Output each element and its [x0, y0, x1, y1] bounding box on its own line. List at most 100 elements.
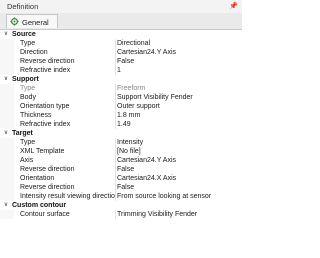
- column-divider[interactable]: [115, 120, 116, 129]
- property-row[interactable]: Type Freeform: [0, 84, 242, 93]
- row-gutter: [0, 183, 14, 192]
- property-row[interactable]: Orientation type Outer support: [0, 102, 242, 111]
- property-name: Type: [20, 139, 36, 146]
- property-name: Axis: [20, 157, 34, 164]
- column-divider[interactable]: [115, 39, 116, 48]
- property-name: Reverse direction: [20, 184, 75, 191]
- row-gutter: [0, 57, 14, 66]
- property-row[interactable]: Axis Cartesian24.Y Axis: [0, 156, 242, 165]
- property-row[interactable]: Intensity result viewing direction From s…: [0, 192, 242, 201]
- row-gutter: [0, 192, 14, 201]
- collapse-chevron-icon[interactable]: ∨: [2, 129, 10, 138]
- row-gutter: [0, 138, 14, 147]
- definition-panel: Definition 📌 General ∨ Source Type Directio…: [0, 0, 242, 258]
- row-gutter: [0, 174, 14, 183]
- property-row[interactable]: Body Support Visibility Fender: [0, 93, 242, 102]
- column-divider[interactable]: [115, 210, 116, 219]
- property-name: Reverse direction: [20, 166, 75, 173]
- property-grid: ∨ Source Type Directional Direction Cartesian…: [0, 30, 242, 219]
- panel-title: Definition: [7, 2, 39, 11]
- column-divider[interactable]: [115, 156, 116, 165]
- row-gutter: [0, 93, 14, 102]
- row-gutter: [0, 84, 14, 93]
- property-name: Intensity result viewing direction: [20, 193, 115, 200]
- column-divider[interactable]: [115, 111, 116, 120]
- tab-general[interactable]: General: [6, 14, 58, 28]
- property-name: Reverse direction: [20, 58, 75, 65]
- row-gutter: [0, 165, 14, 174]
- category-row[interactable]: ∨ Source: [0, 30, 242, 39]
- property-name: Type: [20, 85, 36, 92]
- row-gutter: [0, 147, 14, 156]
- property-row[interactable]: Reverse direction False: [0, 183, 242, 192]
- property-row[interactable]: Direction Cartesian24.Y Axis: [0, 48, 242, 57]
- collapse-chevron-icon[interactable]: ∨: [2, 75, 10, 84]
- property-row[interactable]: Type Intensity: [0, 138, 242, 147]
- property-row[interactable]: XML Template [No file]: [0, 147, 242, 156]
- column-divider[interactable]: [115, 147, 116, 156]
- property-value[interactable]: False: [117, 57, 239, 66]
- column-divider[interactable]: [115, 183, 116, 192]
- column-divider[interactable]: [115, 48, 116, 57]
- property-name: Refractive index: [20, 67, 71, 74]
- property-value[interactable]: Cartesian24.Y Axis: [117, 156, 239, 165]
- column-divider[interactable]: [115, 66, 116, 75]
- property-value[interactable]: Outer support: [117, 102, 239, 111]
- property-value[interactable]: From source looking at sensor: [117, 192, 239, 201]
- row-gutter: [0, 111, 14, 120]
- property-name: Refractive index: [20, 121, 71, 128]
- property-value[interactable]: 1.8 mm: [117, 111, 239, 120]
- category-row[interactable]: ∨ Custom contour: [0, 201, 242, 210]
- collapse-chevron-icon[interactable]: ∨: [2, 30, 10, 39]
- column-divider[interactable]: [115, 165, 116, 174]
- property-value[interactable]: Freeform: [117, 84, 239, 93]
- category-name: Custom contour: [12, 202, 67, 209]
- column-divider[interactable]: [115, 57, 116, 66]
- property-value[interactable]: Cartesian24.X Axis: [117, 174, 239, 183]
- category-name: Target: [12, 130, 33, 137]
- column-divider[interactable]: [115, 192, 116, 201]
- property-row[interactable]: Refractive index 1.49: [0, 120, 242, 129]
- property-row[interactable]: Reverse direction False: [0, 57, 242, 66]
- tab-label: General: [22, 17, 49, 27]
- property-name: Type: [20, 40, 36, 47]
- property-value[interactable]: Intensity: [117, 138, 239, 147]
- property-row[interactable]: Thickness 1.8 mm: [0, 111, 242, 120]
- property-row[interactable]: Contour surface Trimming Visibility Fende…: [0, 210, 242, 219]
- row-gutter: [0, 39, 14, 48]
- property-name: Contour surface: [20, 211, 70, 218]
- property-value[interactable]: [No file]: [117, 147, 239, 156]
- row-gutter: [0, 210, 14, 219]
- property-value[interactable]: False: [117, 183, 239, 192]
- category-name: Source: [12, 31, 36, 38]
- collapse-chevron-icon[interactable]: ∨: [2, 201, 10, 210]
- column-divider[interactable]: [115, 174, 116, 183]
- row-gutter: [0, 120, 14, 129]
- property-value[interactable]: Cartesian24.Y Axis: [117, 48, 239, 57]
- property-name: Direction: [20, 49, 48, 56]
- row-gutter: [0, 48, 14, 57]
- property-value[interactable]: False: [117, 165, 239, 174]
- column-divider[interactable]: [115, 84, 116, 93]
- property-row[interactable]: Reverse direction False: [0, 165, 242, 174]
- pin-icon[interactable]: 📌: [229, 2, 238, 10]
- column-divider[interactable]: [115, 138, 116, 147]
- property-row[interactable]: Refractive index 1: [0, 66, 242, 75]
- gear-icon: [10, 17, 19, 26]
- column-divider[interactable]: [115, 102, 116, 111]
- category-row[interactable]: ∨ Support: [0, 75, 242, 84]
- property-value[interactable]: Support Visibility Fender: [117, 93, 239, 102]
- category-name: Support: [12, 76, 39, 83]
- property-value[interactable]: 1: [117, 66, 239, 75]
- property-row[interactable]: Type Directional: [0, 39, 242, 48]
- property-value[interactable]: Trimming Visibility Fender: [117, 210, 239, 219]
- property-value[interactable]: 1.49: [117, 120, 239, 129]
- property-name: Orientation type: [20, 103, 70, 110]
- property-value[interactable]: Directional: [117, 39, 239, 48]
- column-divider[interactable]: [115, 93, 116, 102]
- panel-titlebar: Definition 📌: [0, 0, 242, 13]
- tab-bar: General: [0, 13, 242, 30]
- property-row[interactable]: Orientation Cartesian24.X Axis: [0, 174, 242, 183]
- property-name: Body: [20, 94, 36, 101]
- category-row[interactable]: ∨ Target: [0, 129, 242, 138]
